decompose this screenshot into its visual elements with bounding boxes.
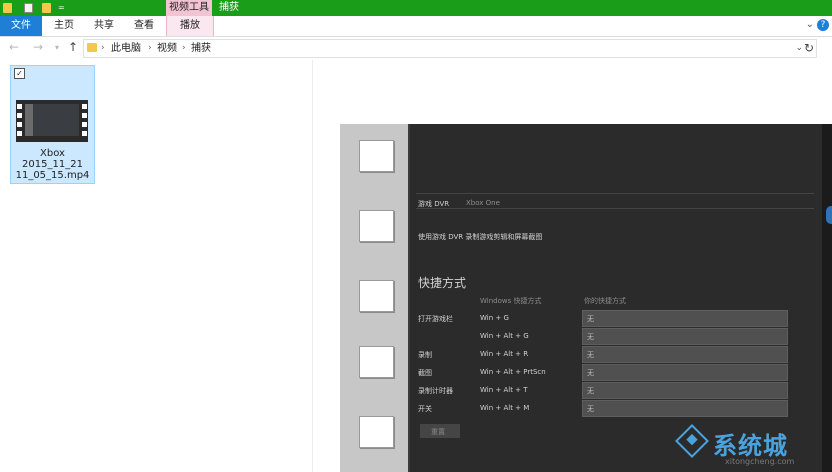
video-frame: 游戏 DVR Xbox One 使用游戏 DVR 录制游戏剪辑和屏幕截图 快捷方…: [410, 124, 832, 472]
shortcut-label: 开关: [418, 405, 432, 413]
shortcut-windows: Win + Alt + M: [480, 404, 530, 412]
new-folder-icon[interactable]: [42, 3, 51, 13]
header-windows-shortcut: Windows 快捷方式: [480, 297, 542, 305]
recent-locations-icon[interactable]: ▾: [55, 43, 59, 52]
tab-view[interactable]: 查看: [128, 16, 160, 36]
shortcut-label: 录制计时器: [418, 387, 453, 395]
shortcut-windows: Win + Alt + R: [480, 350, 529, 358]
video-thumbnail: [16, 100, 88, 142]
reset-button[interactable]: 重置: [420, 424, 460, 438]
shortcut-windows: Win + Alt + PrtScn: [480, 368, 546, 376]
ribbon-tabs: 文件 主页 共享 查看 播放 ⌄ ?: [0, 16, 832, 37]
shortcut-label: 打开游戏栏: [418, 315, 453, 323]
refresh-icon[interactable]: ↻: [804, 41, 814, 55]
checkbox-icon[interactable]: ✓: [14, 68, 25, 79]
shortcut-input[interactable]: 无: [582, 310, 788, 327]
properties-icon[interactable]: [24, 3, 33, 13]
shortcut-windows: Win + Alt + T: [480, 386, 528, 394]
tab-xbox-one: Xbox One: [466, 199, 500, 207]
video-side-panel: [822, 124, 832, 472]
avatar: [826, 206, 832, 224]
breadcrumb-separator-icon[interactable]: ›: [148, 42, 152, 55]
customize-quick-access-icon[interactable]: =: [58, 3, 65, 12]
breadcrumb-separator-icon[interactable]: ›: [182, 42, 186, 55]
watermark-url: xitongcheng.com: [725, 457, 795, 466]
expand-ribbon-icon[interactable]: ⌄: [806, 19, 814, 30]
tab-share[interactable]: 共享: [88, 16, 120, 36]
folder-icon[interactable]: [3, 3, 12, 13]
address-dropdown-icon[interactable]: ⌄: [795, 43, 803, 53]
tab-file[interactable]: 文件: [0, 16, 42, 36]
preview-pane: 游戏 DVR Xbox One 使用游戏 DVR 录制游戏剪辑和屏幕截图 快捷方…: [340, 124, 832, 472]
window-title: 捕获: [219, 2, 239, 13]
file-item[interactable]: ✓ Xbox 2015_11_21 11_05_15.mp4: [10, 65, 95, 184]
breadcrumb-captures[interactable]: 捕获: [191, 42, 211, 55]
tab-play[interactable]: 播放: [166, 16, 214, 36]
shortcut-input[interactable]: 无: [582, 382, 788, 399]
breadcrumb-separator-icon[interactable]: ›: [101, 42, 105, 55]
address-bar[interactable]: › 此电脑 › 视频 › 捕获 ⌄ ↻: [83, 39, 817, 58]
watermark-logo-icon: [675, 424, 709, 458]
watermark: 系统城 xitongcheng.com: [675, 424, 832, 472]
folder-icon: [87, 43, 97, 52]
title-bar: = 视频工具 捕获: [0, 0, 832, 16]
navigation-bar: ← → ▾ ↑ › 此电脑 › 视频 › 捕获 ⌄ ↻: [0, 37, 832, 59]
shortcut-label: 截图: [418, 369, 432, 377]
breadcrumb-videos[interactable]: 视频: [157, 42, 177, 55]
header-your-shortcut: 你的快捷方式: [584, 297, 626, 305]
back-arrow-icon[interactable]: ←: [9, 40, 19, 54]
up-arrow-icon[interactable]: ↑: [68, 40, 78, 54]
shortcut-input[interactable]: 无: [582, 346, 788, 363]
file-view: ✓ Xbox 2015_11_21 11_05_15.mp4 游戏 DVR Xb…: [0, 60, 832, 472]
film-strip: [340, 124, 408, 472]
shortcut-windows: Win + G: [480, 314, 509, 322]
shortcut-label: 录制: [418, 351, 432, 359]
breadcrumb-this-pc[interactable]: 此电脑: [111, 42, 141, 55]
shortcut-input[interactable]: 无: [582, 400, 788, 417]
pane-divider[interactable]: [312, 60, 313, 472]
watermark-brand: 系统城: [713, 432, 788, 460]
video-tools-context-label: 视频工具: [166, 0, 212, 16]
description: 使用游戏 DVR 录制游戏剪辑和屏幕截图: [418, 233, 543, 241]
shortcut-input[interactable]: 无: [582, 364, 788, 381]
shortcut-input[interactable]: 无: [582, 328, 788, 345]
help-icon[interactable]: ?: [817, 19, 829, 31]
file-name: Xbox 2015_11_21 11_05_15.mp4: [15, 148, 90, 181]
section-title: 快捷方式: [418, 276, 467, 290]
tab-home[interactable]: 主页: [48, 16, 80, 36]
forward-arrow-icon[interactable]: →: [33, 40, 43, 54]
shortcut-windows: Win + Alt + G: [480, 332, 529, 340]
